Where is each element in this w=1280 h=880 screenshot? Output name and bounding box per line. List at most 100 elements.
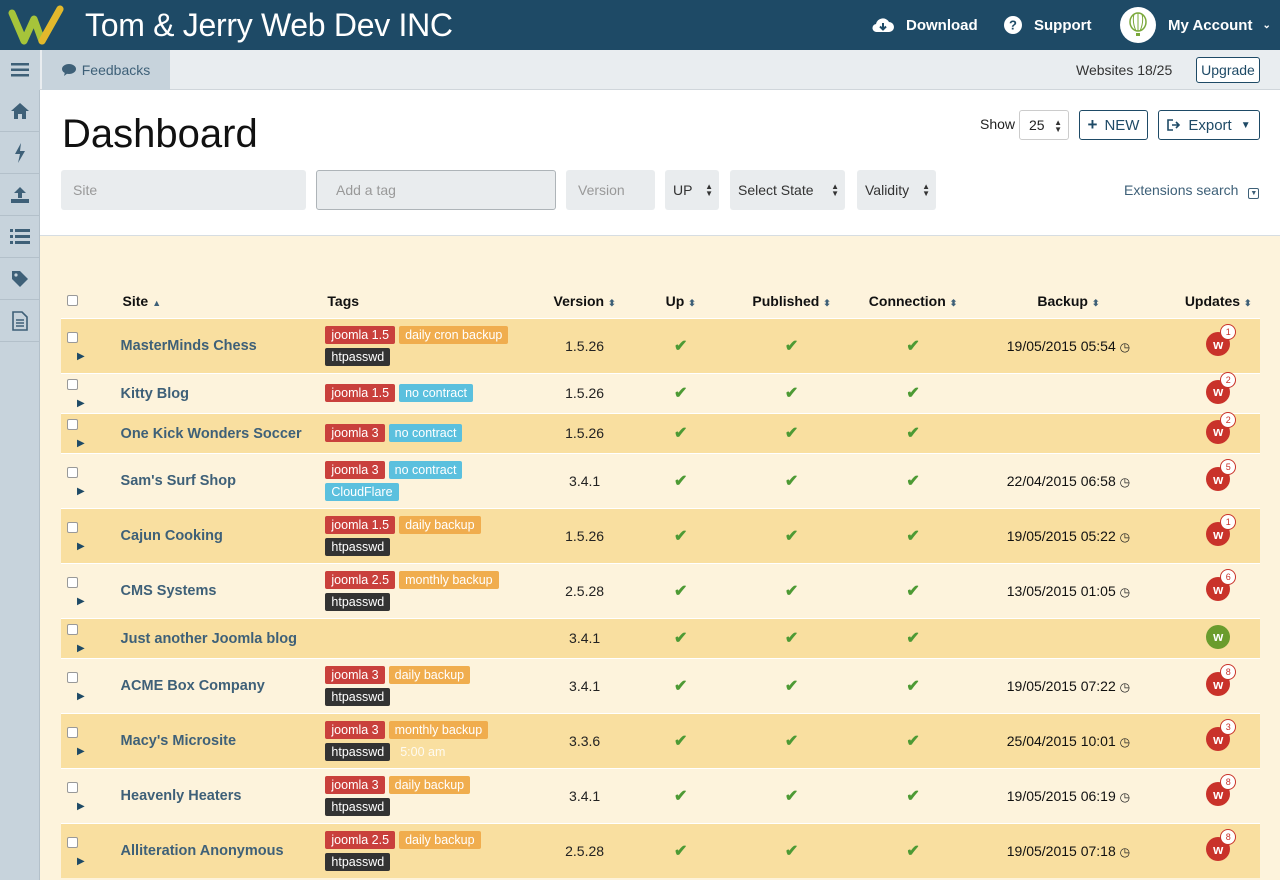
extensions-search-link[interactable]: Extensions search ▼ [1124, 182, 1260, 199]
site-name-link[interactable]: Macy's Microsite [121, 733, 236, 749]
table-row[interactable]: ▶ Kitty Blog joomla 1.5 no contract 1.5.2… [61, 371, 1260, 413]
table-row[interactable]: ▶ One Kick Wonders Soccer joomla 3 no con… [61, 411, 1260, 453]
tag-badge[interactable]: htpasswd [325, 797, 391, 816]
updates-indicator[interactable]: w [1206, 624, 1231, 649]
tag-badge[interactable]: monthly backup [399, 570, 499, 589]
tag-badge[interactable]: joomla 1.5 [325, 515, 396, 534]
updates-indicator[interactable]: w8 [1206, 774, 1237, 806]
expand-caret-icon[interactable]: ▶ [77, 398, 85, 409]
header-backup[interactable]: Backup ⬍ [960, 284, 1176, 318]
header-published[interactable]: Published ⬍ [718, 284, 866, 318]
expand-caret-icon[interactable]: ▶ [77, 643, 85, 654]
table-row[interactable]: ▶ Alliteration Anonymous joomla 2.5 daily… [61, 823, 1260, 878]
expand-caret-icon[interactable]: ▶ [77, 486, 85, 497]
table-row[interactable]: ▶ Cajun Cooking joomla 1.5 daily backup ht… [61, 508, 1260, 563]
updates-indicator[interactable]: w1 [1206, 324, 1237, 356]
site-name-link[interactable]: Heavenly Heaters [121, 788, 242, 804]
version-filter-input[interactable]: Version [566, 170, 655, 210]
expand-caret-icon[interactable]: ▶ [77, 438, 85, 449]
site-name-link[interactable]: Just another Joomla blog [121, 631, 297, 647]
tag-filter-input[interactable]: Add a tag [316, 170, 556, 210]
download-link[interactable]: Download [872, 0, 978, 50]
row-checkbox[interactable] [67, 521, 78, 533]
support-link[interactable]: ? Support [1004, 0, 1092, 50]
table-row[interactable]: ▶ Heavenly Heaters joomla 3 daily backup h… [61, 768, 1260, 823]
table-row[interactable]: ▶ ACME Box Company joomla 3 daily backup h… [61, 658, 1260, 713]
tag-badge[interactable]: no contract [388, 460, 463, 479]
tag-badge[interactable]: monthly backup [388, 720, 489, 739]
state-filter-select[interactable]: Select State ▲ ▼ [730, 170, 845, 210]
site-filter-input[interactable]: Site [61, 170, 306, 210]
updates-indicator[interactable]: w5 [1206, 459, 1237, 491]
logo-icon[interactable] [8, 5, 68, 45]
upgrade-button[interactable]: Upgrade [1196, 57, 1260, 83]
expand-caret-icon[interactable]: ▶ [77, 856, 85, 867]
sidebar-item-tags[interactable] [0, 258, 40, 300]
tag-badge[interactable]: htpasswd [325, 592, 391, 611]
expand-caret-icon[interactable]: ▶ [77, 596, 85, 607]
validity-filter-select[interactable]: Validity ▲ ▼ [857, 170, 936, 210]
updates-indicator[interactable]: w2 [1206, 411, 1237, 444]
tag-badge[interactable]: joomla 3 [325, 720, 385, 739]
tag-badge[interactable]: htpasswd [325, 347, 391, 366]
site-name-link[interactable]: Sam's Surf Shop [121, 473, 236, 489]
expand-caret-icon[interactable]: ▶ [77, 541, 85, 552]
site-name-link[interactable]: Cajun Cooking [121, 528, 223, 544]
header-connection[interactable]: Connection ⬍ [866, 284, 961, 318]
row-checkbox[interactable] [67, 624, 78, 635]
tag-badge[interactable]: no contract [388, 424, 463, 442]
updates-indicator[interactable]: w8 [1206, 829, 1237, 862]
tag-badge[interactable]: htpasswd [325, 852, 391, 871]
tag-badge[interactable]: daily backup [388, 775, 471, 794]
tag-badge[interactable]: 5:00 am [394, 743, 451, 761]
site-name-link[interactable]: Kitty Blog [121, 386, 189, 402]
updates-indicator[interactable]: w2 [1206, 371, 1237, 404]
sidebar-item-reports[interactable] [0, 300, 40, 342]
account-menu[interactable]: My Account ⌄ [1120, 0, 1271, 50]
row-checkbox[interactable] [67, 466, 78, 478]
tag-badge[interactable]: joomla 3 [325, 460, 385, 479]
sidebar-item-home[interactable] [0, 90, 40, 132]
tag-badge[interactable]: daily cron backup [399, 325, 509, 344]
site-name-link[interactable]: One Kick Wonders Soccer [121, 426, 302, 442]
row-checkbox[interactable] [67, 726, 78, 738]
tag-badge[interactable]: daily backup [399, 515, 481, 534]
tag-badge[interactable]: joomla 2.5 [325, 570, 396, 589]
expand-caret-icon[interactable]: ▶ [77, 691, 85, 702]
header-up[interactable]: Up ⬍ [644, 284, 718, 318]
row-checkbox[interactable] [67, 671, 78, 683]
row-checkbox[interactable] [67, 576, 78, 588]
page-size-select[interactable]: 25 ▲ ▼ [1019, 110, 1069, 140]
expand-caret-icon[interactable]: ▶ [77, 746, 85, 757]
expand-caret-icon[interactable]: ▶ [77, 801, 85, 812]
header-version[interactable]: Version ⬍ [525, 284, 643, 318]
tag-badge[interactable]: htpasswd [325, 742, 391, 761]
tag-badge[interactable]: htpasswd [325, 687, 391, 706]
tag-badge[interactable]: daily backup [399, 830, 481, 849]
site-name-link[interactable]: Alliteration Anonymous [121, 843, 284, 859]
up-filter-select[interactable]: UP ▲ ▼ [665, 170, 719, 210]
header-updates[interactable]: Updates ⬍ [1176, 284, 1260, 318]
menu-button[interactable] [0, 50, 40, 90]
tag-badge[interactable]: htpasswd [325, 537, 391, 556]
tag-badge[interactable]: no contract [399, 384, 473, 402]
tag-badge[interactable]: joomla 3 [325, 665, 385, 684]
sidebar-item-list[interactable] [0, 216, 40, 258]
row-checkbox[interactable] [67, 331, 78, 343]
row-checkbox[interactable] [67, 781, 78, 793]
sidebar-item-actions[interactable] [0, 132, 40, 174]
updates-indicator[interactable]: w6 [1206, 569, 1237, 601]
table-row[interactable]: ▶ Just another Joomla blog 3.4.1 ✔ ✔ ✔ w [61, 618, 1260, 658]
tag-badge[interactable]: joomla 1.5 [325, 384, 396, 402]
new-button[interactable]: + NEW [1079, 110, 1148, 140]
table-row[interactable]: ▶ Macy's Microsite joomla 3 monthly backu… [61, 713, 1260, 768]
tag-badge[interactable]: daily backup [388, 665, 471, 684]
site-name-link[interactable]: ACME Box Company [121, 678, 265, 694]
tag-badge[interactable]: CloudFlare [325, 482, 399, 501]
site-name-link[interactable]: MasterMinds Chess [121, 338, 257, 354]
updates-indicator[interactable]: w8 [1206, 664, 1237, 696]
header-site[interactable]: Site ▲ [101, 284, 323, 318]
site-name-link[interactable]: CMS Systems [121, 583, 217, 599]
export-button[interactable]: Export ▼ [1158, 110, 1260, 140]
expand-caret-icon[interactable]: ▶ [77, 351, 85, 362]
